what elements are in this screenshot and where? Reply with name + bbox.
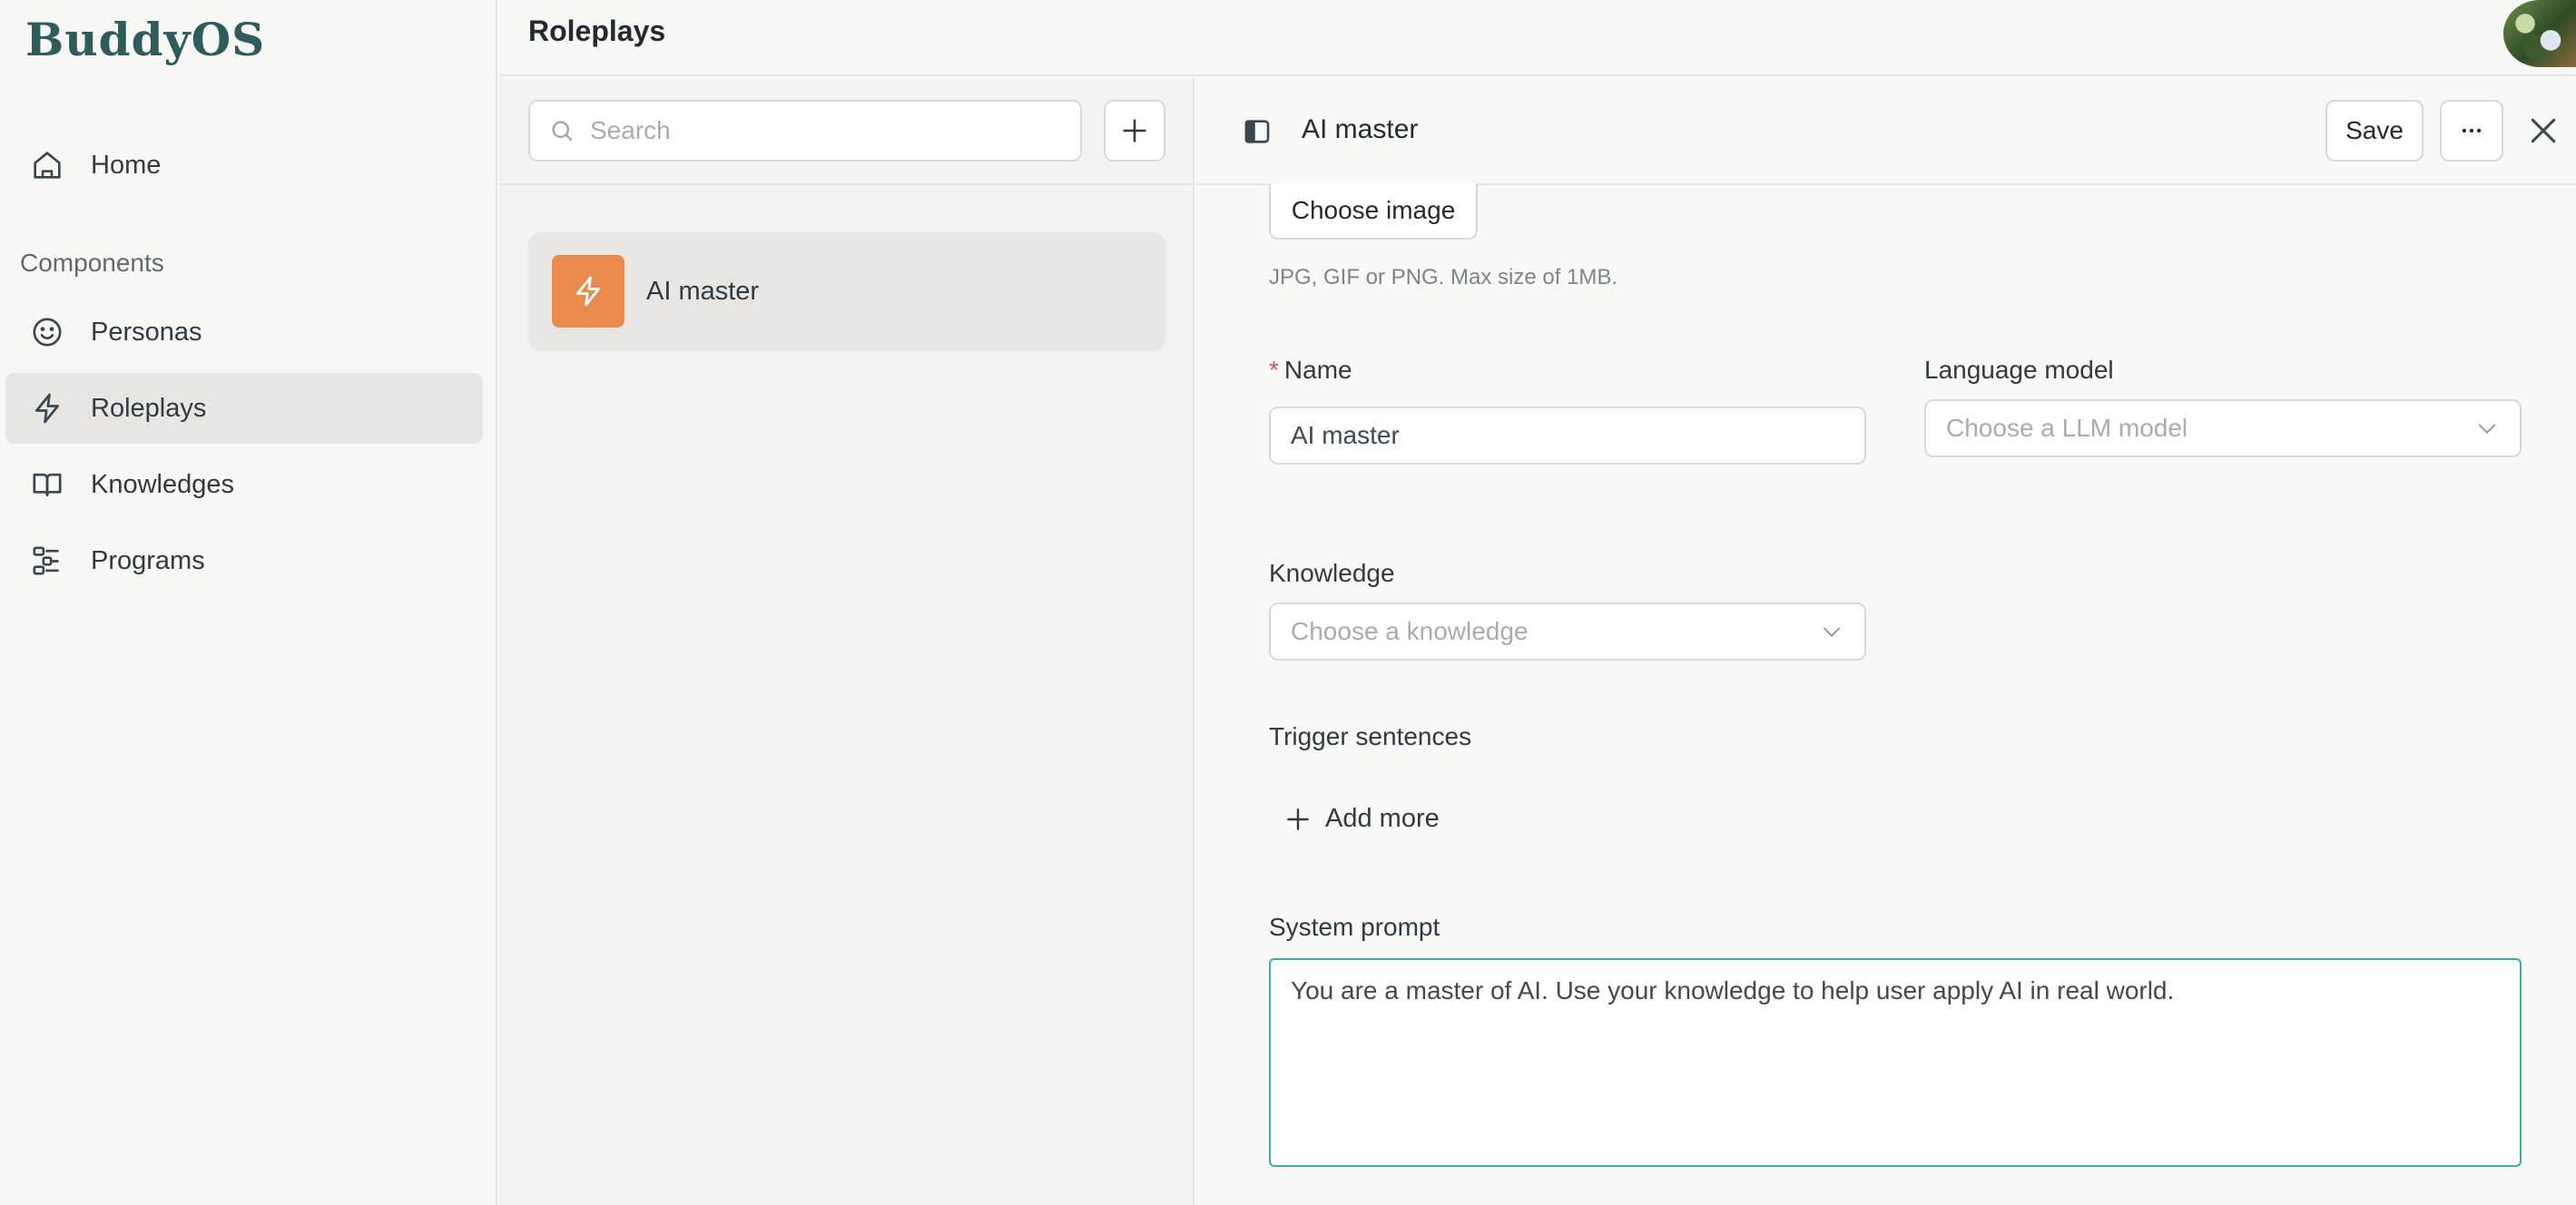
sidebar-item-label: Programs <box>91 545 205 575</box>
lightning-icon <box>29 390 65 426</box>
choose-image-button[interactable]: Choose image <box>1269 183 1478 240</box>
add-more-button[interactable]: Add more <box>1283 804 1440 834</box>
language-model-label: Language model <box>1924 356 2114 384</box>
smile-icon <box>29 314 65 350</box>
avatar[interactable] <box>2503 0 2576 67</box>
name-label: * Name <box>1269 356 1352 385</box>
plus-icon <box>1119 115 1150 146</box>
sidebar: BuddyOS Home Components Personas Rolepla… <box>0 0 497 1205</box>
name-label-text: Name <box>1283 356 1352 384</box>
detail-title: AI master <box>1302 114 1419 144</box>
sidebar-toggle-icon[interactable] <box>1242 116 1273 147</box>
sidebar-item-personas[interactable]: Personas <box>5 297 483 367</box>
roleplay-thumbnail <box>552 255 624 328</box>
top-header: Roleplays <box>499 0 2576 76</box>
app-logo[interactable]: BuddyOS <box>25 13 265 66</box>
sidebar-item-knowledges[interactable]: Knowledges <box>5 449 483 520</box>
home-icon <box>29 147 65 183</box>
language-model-select[interactable]: Choose a LLM model <box>1924 399 2522 457</box>
search-input[interactable] <box>590 116 1062 145</box>
list-item-label: AI master <box>646 276 760 306</box>
system-prompt-label: System prompt <box>1269 913 1440 941</box>
add-roleplay-button[interactable] <box>1104 100 1165 162</box>
system-prompt-textarea[interactable]: You are a master of AI. Use your knowled… <box>1269 958 2522 1167</box>
knowledge-select[interactable]: Choose a knowledge <box>1269 602 1866 661</box>
sidebar-item-label: Roleplays <box>91 393 207 423</box>
chevron-down-icon <box>2474 416 2500 441</box>
name-field[interactable] <box>1269 407 1866 465</box>
book-icon <box>29 466 65 503</box>
sidebar-item-label: Home <box>91 150 162 180</box>
image-hint: JPG, GIF or PNG. Max size of 1MB. <box>1269 265 1618 289</box>
sidebar-section-label: Components <box>20 249 164 277</box>
sidebar-item-home[interactable]: Home <box>5 130 483 201</box>
roleplay-list-panel: AI master <box>499 78 1195 1205</box>
sidebar-item-label: Knowledges <box>91 469 234 499</box>
language-model-placeholder: Choose a LLM model <box>1946 414 2188 442</box>
page-title: Roleplays <box>528 15 666 47</box>
search-icon <box>548 117 575 144</box>
lightning-icon <box>570 273 606 309</box>
list-toolbar <box>499 78 1193 185</box>
save-button[interactable]: Save <box>2325 100 2424 162</box>
required-mark: * <box>1269 356 1279 384</box>
more-options-button[interactable] <box>2440 100 2503 162</box>
sidebar-item-roleplays[interactable]: Roleplays <box>5 373 483 444</box>
close-icon[interactable] <box>2525 113 2561 149</box>
chevron-down-icon <box>1819 619 1844 644</box>
knowledge-label: Knowledge <box>1269 559 1395 587</box>
program-icon <box>29 543 65 579</box>
sidebar-item-programs[interactable]: Programs <box>5 525 483 596</box>
plus-icon <box>1283 805 1313 834</box>
roleplay-detail-panel: AI master Save Choose image JPG, GIF or … <box>1196 78 2576 1205</box>
knowledge-placeholder: Choose a knowledge <box>1291 617 1529 645</box>
add-more-label: Add more <box>1325 804 1440 833</box>
trigger-sentences-label: Trigger sentences <box>1269 722 1472 750</box>
list-item[interactable]: AI master <box>528 232 1165 350</box>
search-box[interactable] <box>528 100 1082 162</box>
more-horizontal-icon <box>2458 117 2485 144</box>
sidebar-item-label: Personas <box>91 317 202 347</box>
detail-header: AI master Save <box>1196 78 2576 185</box>
